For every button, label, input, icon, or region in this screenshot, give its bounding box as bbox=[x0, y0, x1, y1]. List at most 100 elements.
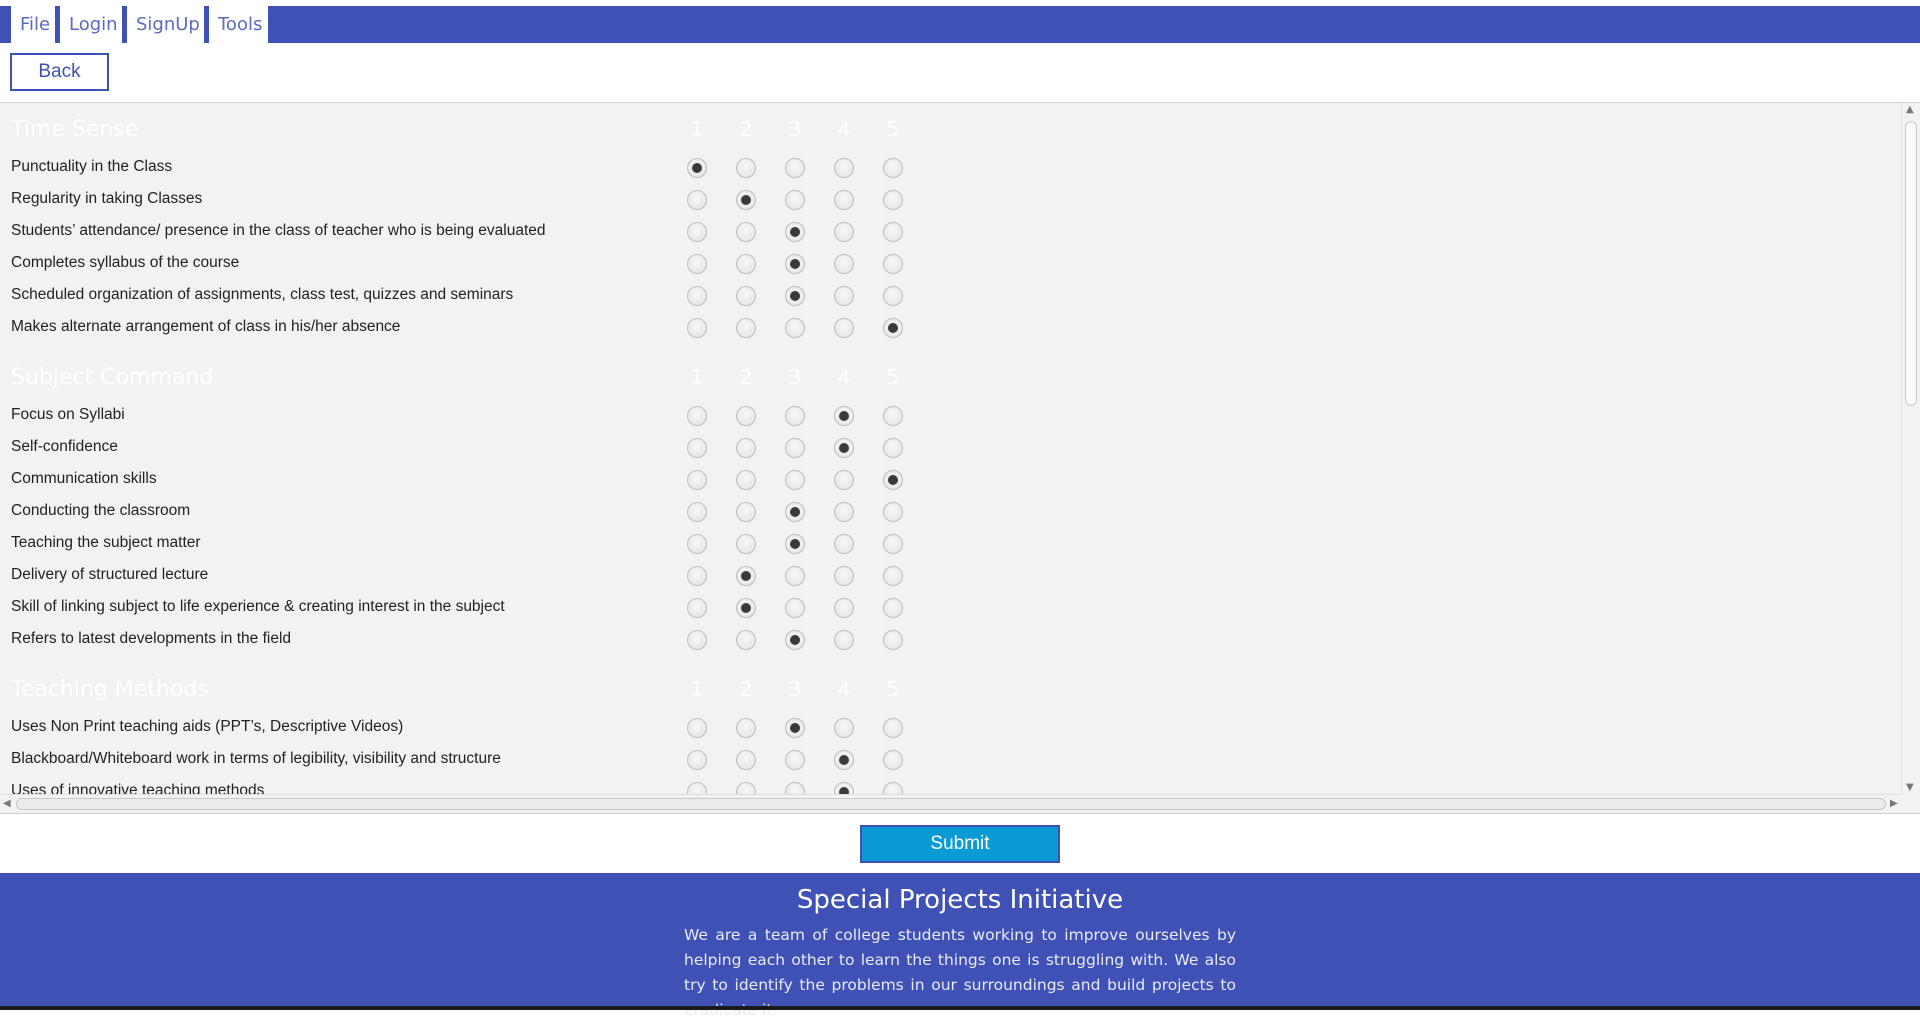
menu-signup[interactable]: SignUp bbox=[122, 6, 204, 43]
rating-radio-2[interactable] bbox=[736, 158, 756, 178]
rating-radio-4[interactable] bbox=[834, 438, 854, 458]
rating-radio-5[interactable] bbox=[883, 566, 903, 586]
rating-radio-1[interactable] bbox=[687, 286, 707, 306]
rating-radio-4[interactable] bbox=[834, 598, 854, 618]
scroll-left-icon[interactable]: ◀ bbox=[3, 799, 11, 809]
rating-radio-4[interactable] bbox=[834, 750, 854, 770]
rating-radio-2[interactable] bbox=[736, 630, 756, 650]
rating-radio-1[interactable] bbox=[687, 318, 707, 338]
rating-radio-4[interactable] bbox=[834, 190, 854, 210]
rating-radio-5[interactable] bbox=[883, 502, 903, 522]
rating-radio-3[interactable] bbox=[785, 190, 805, 210]
rating-radio-2[interactable] bbox=[736, 566, 756, 586]
rating-radio-3[interactable] bbox=[785, 158, 805, 178]
back-button[interactable]: Back bbox=[10, 53, 109, 91]
rating-radio-4[interactable] bbox=[834, 406, 854, 426]
rating-radio-1[interactable] bbox=[687, 598, 707, 618]
rating-radio-5[interactable] bbox=[883, 318, 903, 338]
menu-file[interactable]: File bbox=[6, 6, 55, 43]
rating-radio-3[interactable] bbox=[785, 222, 805, 242]
rating-radio-2[interactable] bbox=[736, 502, 756, 522]
rating-radio-1[interactable] bbox=[687, 158, 707, 178]
rating-radio-1[interactable] bbox=[687, 190, 707, 210]
rating-radio-2[interactable] bbox=[736, 406, 756, 426]
rating-radio-5[interactable] bbox=[883, 534, 903, 554]
rating-radio-5[interactable] bbox=[883, 630, 903, 650]
rating-radio-1[interactable] bbox=[687, 630, 707, 650]
rating-radio-1[interactable] bbox=[687, 470, 707, 490]
rating-radio-4[interactable] bbox=[834, 158, 854, 178]
rating-radio-2[interactable] bbox=[736, 222, 756, 242]
rating-radio-4[interactable] bbox=[834, 286, 854, 306]
rating-radio-5[interactable] bbox=[883, 718, 903, 738]
rating-radio-2[interactable] bbox=[736, 438, 756, 458]
rating-radio-5[interactable] bbox=[883, 438, 903, 458]
rating-radio-2[interactable] bbox=[736, 254, 756, 274]
rating-radio-4[interactable] bbox=[834, 222, 854, 242]
rating-radio-4[interactable] bbox=[834, 718, 854, 738]
horizontal-scrollbar[interactable]: ◀ ▶ bbox=[0, 794, 1902, 813]
horizontal-scroll-thumb[interactable] bbox=[16, 798, 1886, 810]
menu-tools[interactable]: Tools bbox=[204, 6, 268, 43]
question-label: Punctuality in the Class bbox=[11, 158, 173, 175]
rating-radio-5[interactable] bbox=[883, 750, 903, 770]
scale-header-3: 3 bbox=[788, 677, 802, 701]
rating-radio-3[interactable] bbox=[785, 598, 805, 618]
rating-radio-5[interactable] bbox=[883, 598, 903, 618]
rating-radio-4[interactable] bbox=[834, 502, 854, 522]
rating-radio-5[interactable] bbox=[883, 190, 903, 210]
rating-radio-3[interactable] bbox=[785, 630, 805, 650]
rating-radio-2[interactable] bbox=[736, 750, 756, 770]
rating-radio-2[interactable] bbox=[736, 718, 756, 738]
question-label: Blackboard/Whiteboard work in terms of l… bbox=[11, 750, 501, 767]
rating-radio-3[interactable] bbox=[785, 750, 805, 770]
rating-radio-1[interactable] bbox=[687, 438, 707, 458]
rating-radio-1[interactable] bbox=[687, 406, 707, 426]
rating-radio-2[interactable] bbox=[736, 286, 756, 306]
rating-radio-2[interactable] bbox=[736, 534, 756, 554]
rating-radio-3[interactable] bbox=[785, 406, 805, 426]
rating-radio-2[interactable] bbox=[736, 318, 756, 338]
rating-radio-5[interactable] bbox=[883, 286, 903, 306]
scroll-down-icon[interactable]: ▼ bbox=[1906, 783, 1914, 793]
rating-radio-5[interactable] bbox=[883, 470, 903, 490]
rating-radio-3[interactable] bbox=[785, 718, 805, 738]
rating-radio-1[interactable] bbox=[687, 534, 707, 554]
submit-button[interactable]: Submit bbox=[860, 825, 1060, 863]
rating-radio-3[interactable] bbox=[785, 470, 805, 490]
scroll-right-icon[interactable]: ▶ bbox=[1890, 799, 1898, 809]
rating-radio-5[interactable] bbox=[883, 254, 903, 274]
scroll-up-icon[interactable]: ▲ bbox=[1906, 105, 1914, 115]
questionnaire-scroll-area[interactable]: Time Sense 1 2 3 4 5 Punctuality in the Class R… bbox=[0, 103, 1920, 814]
vertical-scroll-thumb[interactable] bbox=[1905, 121, 1917, 406]
rating-radio-1[interactable] bbox=[687, 718, 707, 738]
rating-radio-4[interactable] bbox=[834, 254, 854, 274]
rating-radio-1[interactable] bbox=[687, 750, 707, 770]
rating-radio-3[interactable] bbox=[785, 438, 805, 458]
vertical-scrollbar[interactable]: ▲ ▼ bbox=[1901, 103, 1920, 795]
rating-radio-3[interactable] bbox=[785, 254, 805, 274]
rating-radio-1[interactable] bbox=[687, 566, 707, 586]
menu-bar: File Login SignUp Tools bbox=[0, 6, 1920, 43]
menu-login[interactable]: Login bbox=[55, 6, 122, 43]
rating-radio-5[interactable] bbox=[883, 158, 903, 178]
rating-radio-5[interactable] bbox=[883, 406, 903, 426]
rating-radio-3[interactable] bbox=[785, 566, 805, 586]
rating-radio-1[interactable] bbox=[687, 502, 707, 522]
rating-radio-4[interactable] bbox=[834, 534, 854, 554]
scale-header-2: 2 bbox=[739, 677, 753, 701]
rating-radio-3[interactable] bbox=[785, 502, 805, 522]
rating-radio-3[interactable] bbox=[785, 318, 805, 338]
rating-radio-2[interactable] bbox=[736, 470, 756, 490]
rating-radio-2[interactable] bbox=[736, 190, 756, 210]
rating-radio-5[interactable] bbox=[883, 222, 903, 242]
rating-radio-4[interactable] bbox=[834, 470, 854, 490]
rating-radio-1[interactable] bbox=[687, 222, 707, 242]
rating-radio-3[interactable] bbox=[785, 286, 805, 306]
rating-radio-4[interactable] bbox=[834, 318, 854, 338]
rating-radio-1[interactable] bbox=[687, 254, 707, 274]
rating-radio-2[interactable] bbox=[736, 598, 756, 618]
rating-radio-4[interactable] bbox=[834, 630, 854, 650]
rating-radio-3[interactable] bbox=[785, 534, 805, 554]
rating-radio-4[interactable] bbox=[834, 566, 854, 586]
